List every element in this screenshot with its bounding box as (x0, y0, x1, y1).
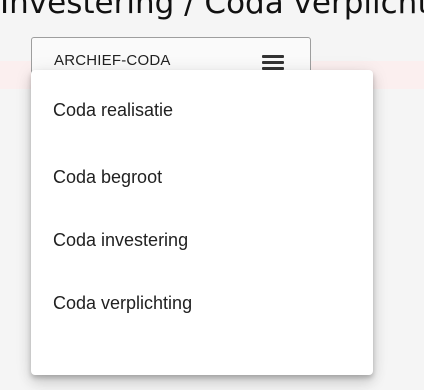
menu-item-coda-begroot[interactable]: Coda begroot (31, 147, 373, 207)
archive-coda-menu-label: ARCHIEF-CODA (54, 52, 171, 69)
coda-dropdown-menu: Coda realisatie Coda begroot Coda invest… (31, 70, 373, 375)
menu-item-coda-verplichting[interactable]: Coda verplichting (31, 273, 373, 333)
partial-page-title: Investering / Coda verplichtin (0, 0, 424, 21)
hamburger-menu-icon (262, 55, 284, 70)
menu-item-coda-investering[interactable]: Coda investering (31, 210, 373, 270)
menu-item-coda-realisatie[interactable]: Coda realisatie (31, 80, 373, 140)
